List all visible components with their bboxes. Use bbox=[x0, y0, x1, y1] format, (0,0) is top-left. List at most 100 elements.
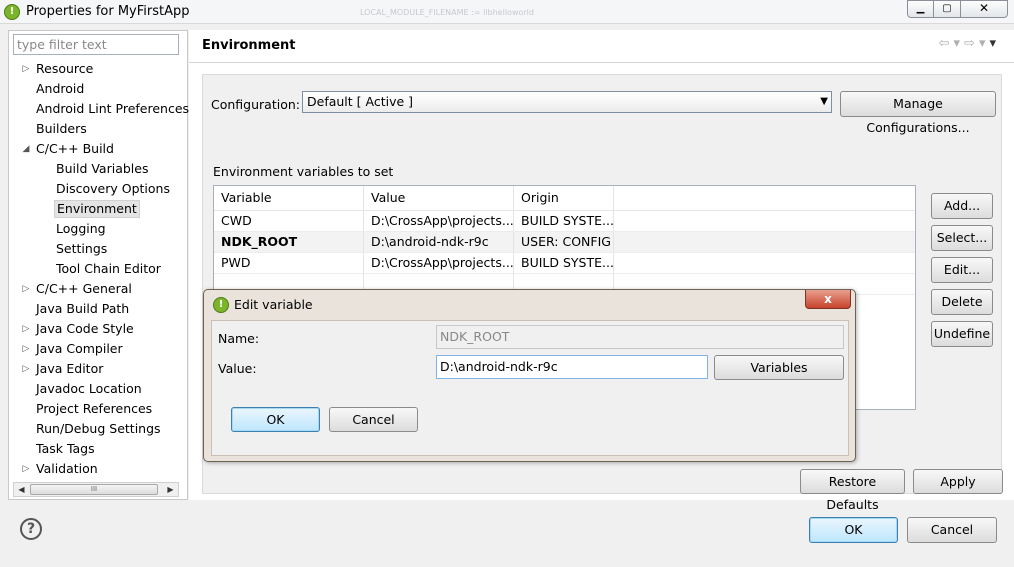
tree-item-label: Run/Debug Settings bbox=[36, 421, 161, 436]
expand-arrow-icon[interactable]: ▷ bbox=[21, 59, 31, 79]
tree-item[interactable]: ◢ C/C++ Build bbox=[9, 139, 187, 159]
app-logo-icon: ! bbox=[213, 297, 229, 313]
scroll-left-icon[interactable]: ◀ bbox=[14, 483, 29, 496]
tree-item[interactable]: Android bbox=[9, 79, 187, 99]
tree-item-label: Java Editor bbox=[36, 361, 104, 376]
manage-configurations-button[interactable]: Manage Configurations... bbox=[840, 91, 996, 135]
dialog-body: Name: NDK_ROOT Value: D:\android-ndk-r9c… bbox=[211, 320, 849, 456]
expand-arrow-icon[interactable]: ▷ bbox=[21, 319, 31, 339]
add-button[interactable]: Add... bbox=[931, 193, 993, 219]
cell-origin: USER: CONFIG bbox=[514, 232, 614, 252]
tree-item-label: Logging bbox=[56, 221, 106, 236]
tree-item-label: Discovery Options bbox=[56, 181, 170, 196]
horizontal-scrollbar[interactable]: ◀ III ▶ bbox=[13, 482, 179, 497]
back-arrow-icon[interactable]: ⇦ bbox=[939, 36, 954, 51]
tree-item[interactable]: ▷ Java Compiler bbox=[9, 339, 187, 359]
tree-item-label: Builders bbox=[36, 121, 87, 136]
background-editor-text: LOCAL_MODULE_FILENAME := libhelloworld bbox=[360, 8, 534, 17]
tree-item[interactable]: Project References bbox=[9, 399, 187, 419]
cell-variable: CWD bbox=[214, 211, 364, 231]
tree-item-label: Environment bbox=[54, 200, 140, 218]
back-menu-chevron-icon[interactable]: ▾ bbox=[954, 36, 965, 51]
tree-item[interactable]: Javadoc Location bbox=[9, 379, 187, 399]
forward-menu-chevron-icon[interactable]: ▾ bbox=[979, 36, 990, 51]
tree-item[interactable]: Settings bbox=[9, 239, 187, 259]
tree-item-label: Java Build Path bbox=[36, 301, 130, 316]
tree-item[interactable]: Tool Chain Editor bbox=[9, 259, 187, 279]
value-label: Value: bbox=[218, 361, 257, 376]
tree-item[interactable]: Java Build Path bbox=[9, 299, 187, 319]
variables-button[interactable]: Variables bbox=[714, 355, 844, 380]
cancel-button[interactable]: Cancel bbox=[907, 517, 997, 543]
window-title: Properties for MyFirstApp bbox=[26, 4, 190, 19]
select-button[interactable]: Select... bbox=[931, 225, 993, 251]
edit-button[interactable]: Edit... bbox=[931, 257, 993, 283]
scroll-right-icon[interactable]: ▶ bbox=[163, 483, 178, 496]
ok-button[interactable]: OK bbox=[809, 517, 898, 543]
window-title-bar: ! Properties for MyFirstApp LOCAL_MODULE… bbox=[0, 0, 1014, 24]
dialog-cancel-button[interactable]: Cancel bbox=[329, 407, 418, 432]
tree-item-label: C/C++ Build bbox=[36, 141, 114, 156]
delete-button[interactable]: Delete bbox=[931, 289, 993, 315]
tree-item-label: Validation bbox=[36, 461, 98, 476]
help-icon[interactable]: ? bbox=[20, 518, 42, 540]
expand-arrow-icon[interactable]: ▷ bbox=[21, 279, 31, 299]
minimize-button[interactable]: ▁ bbox=[907, 0, 934, 18]
expand-arrow-icon[interactable]: ▷ bbox=[21, 359, 31, 379]
table-row[interactable]: PWD D:\CrossApp\projects... BUILD SYSTE.… bbox=[214, 253, 915, 274]
property-page-tree-pane: type filter text ▷ Resource Android Android… bbox=[8, 30, 190, 500]
maximize-button[interactable]: ▢ bbox=[934, 0, 961, 18]
cell-origin: BUILD SYSTE... bbox=[514, 253, 614, 273]
restore-defaults-button[interactable]: Restore Defaults bbox=[800, 469, 905, 512]
forward-arrow-icon[interactable]: ⇨ bbox=[964, 36, 979, 51]
column-header-variable[interactable]: Variable bbox=[214, 186, 364, 210]
dialog-title: Edit variable bbox=[234, 297, 313, 312]
cell-variable: NDK_ROOT bbox=[214, 232, 364, 252]
tree-item[interactable]: Run/Debug Settings bbox=[9, 419, 187, 439]
cell-origin: BUILD SYSTE... bbox=[514, 211, 614, 231]
tree-item-label: Task Tags bbox=[36, 441, 95, 456]
configuration-select[interactable]: Default [ Active ] ▼ bbox=[302, 91, 832, 113]
tree-item[interactable]: Task Tags bbox=[9, 439, 187, 459]
tree-item-label: Android Lint Preferences bbox=[36, 101, 190, 116]
expand-arrow-icon[interactable]: ▷ bbox=[21, 339, 31, 359]
configuration-label: Configuration: bbox=[211, 97, 300, 112]
column-header-origin[interactable]: Origin bbox=[514, 186, 614, 210]
scroll-thumb[interactable]: III bbox=[30, 484, 158, 495]
tree-item[interactable]: ▷ Java Editor bbox=[9, 359, 187, 379]
tree-item[interactable]: Discovery Options bbox=[9, 179, 187, 199]
tree-item-label: Java Code Style bbox=[36, 321, 134, 336]
tree-item[interactable]: Logging bbox=[9, 219, 187, 239]
tree-item[interactable]: Builders bbox=[9, 119, 187, 139]
table-row-selected[interactable]: NDK_ROOT D:\android-ndk-r9c USER: CONFIG bbox=[214, 232, 915, 253]
page-title: Environment bbox=[202, 38, 296, 53]
name-field: NDK_ROOT bbox=[436, 325, 844, 349]
apply-button[interactable]: Apply bbox=[913, 469, 1003, 494]
tree-item[interactable]: ▷ Resource bbox=[9, 59, 187, 79]
value-field[interactable]: D:\android-ndk-r9c bbox=[436, 355, 708, 379]
tree-item[interactable]: Build Variables bbox=[9, 159, 187, 179]
collapse-arrow-icon[interactable]: ◢ bbox=[21, 139, 31, 159]
dropdown-chevron-icon: ▼ bbox=[820, 96, 828, 107]
tree-item-label: Java Compiler bbox=[36, 341, 123, 356]
expand-arrow-icon[interactable]: ▷ bbox=[21, 459, 31, 479]
tree-item-label: C/C++ General bbox=[36, 281, 132, 296]
close-window-button[interactable]: ✕ bbox=[961, 0, 1008, 18]
view-menu-chevron-icon[interactable]: ▾ bbox=[989, 36, 1000, 51]
dialog-close-button[interactable]: x bbox=[805, 290, 851, 309]
name-label: Name: bbox=[218, 331, 260, 346]
tree-item[interactable]: Environment bbox=[9, 199, 187, 219]
app-logo-icon: ! bbox=[4, 4, 20, 20]
table-row[interactable]: CWD D:\CrossApp\projects... BUILD SYSTE.… bbox=[214, 211, 915, 232]
dialog-ok-button[interactable]: OK bbox=[231, 407, 320, 432]
filter-input[interactable]: type filter text bbox=[13, 34, 179, 55]
cell-value: D:\CrossApp\projects... bbox=[364, 211, 514, 231]
undefine-button[interactable]: Undefine bbox=[931, 321, 993, 347]
column-header-value[interactable]: Value bbox=[364, 186, 514, 210]
tree-item[interactable]: ▷ C/C++ General bbox=[9, 279, 187, 299]
tree-item[interactable]: Android Lint Preferences bbox=[9, 99, 189, 119]
tree-item[interactable]: ▷ Java Code Style bbox=[9, 319, 187, 339]
tree-item[interactable]: ▷ Validation bbox=[9, 459, 187, 479]
property-tree: ▷ Resource Android Android Lint Preferences… bbox=[9, 59, 190, 479]
minimize-icon: ▁ bbox=[916, 3, 925, 14]
